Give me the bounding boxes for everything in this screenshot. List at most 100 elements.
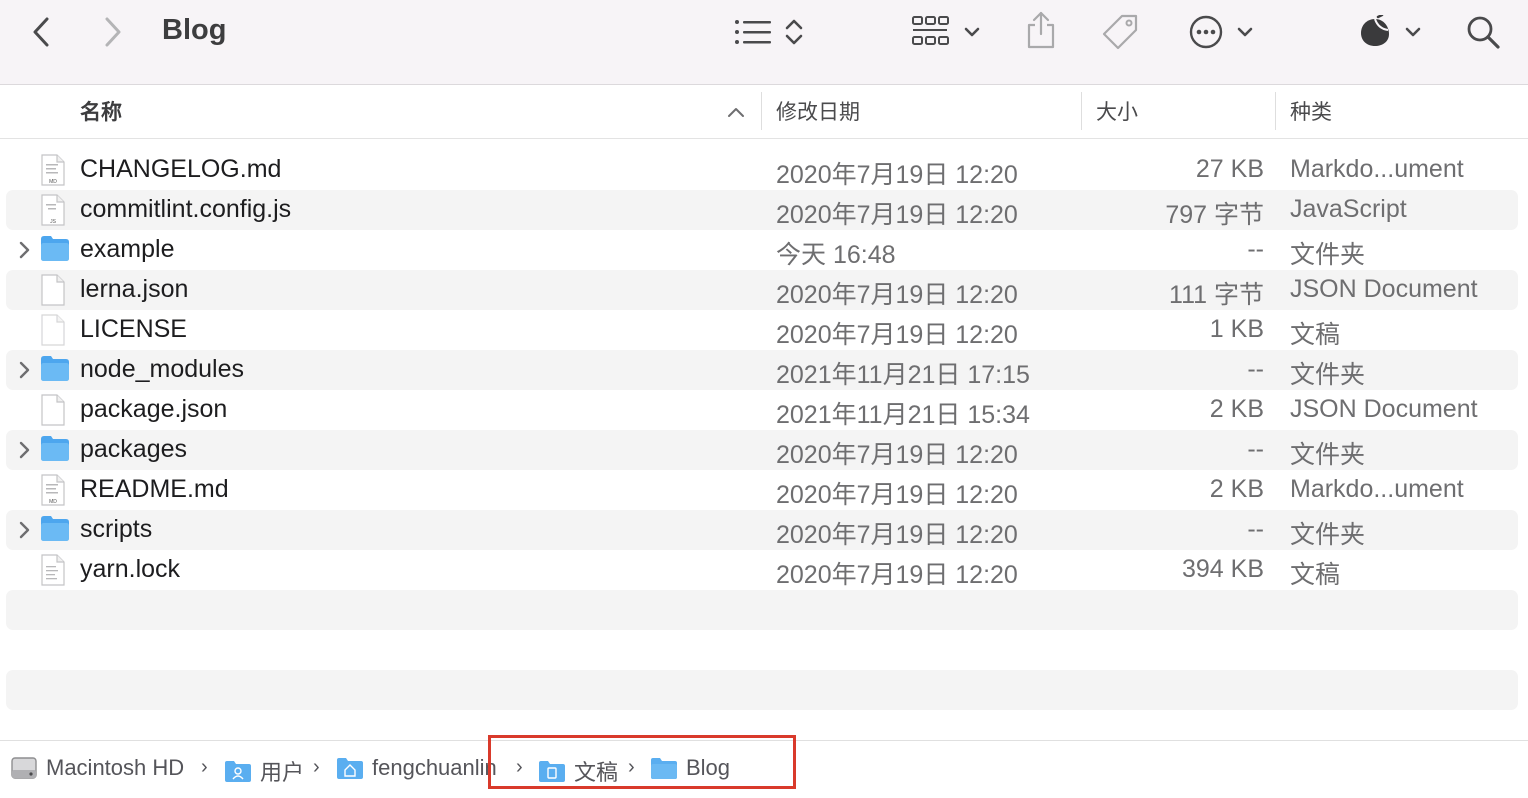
chevron-right-icon [105,17,121,47]
svg-text:MD: MD [49,179,57,185]
folder-icon [40,354,70,386]
file-row[interactable]: MD CHANGELOG.md 2020年7月19日 12:20 27 KB Markd… [6,150,1518,190]
file-date: 2020年7月19日 12:20 [776,321,1018,349]
file-size: 111 字节 [1169,281,1264,309]
chevron-left-icon [33,17,49,47]
file-row[interactable]: scripts 2020年7月19日 12:20 -- 文件夹 [6,510,1518,550]
column-name-header[interactable]: 名称 [80,96,122,126]
file-size: 2 KB [1209,395,1264,423]
empty-row [6,590,1518,630]
file-row[interactable]: JS commitlint.config.js 2020年7月19日 12:20 79… [6,190,1518,230]
document-icon: MD [40,474,70,506]
file-size: -- [1247,355,1264,383]
tag-button[interactable] [1098,10,1142,54]
file-date: 2021年11月21日 17:15 [776,361,1030,389]
disclosure-triangle-icon[interactable] [16,438,32,462]
file-date: 2021年11月21日 15:34 [776,401,1030,429]
share-icon [1027,11,1055,49]
svg-text:MD: MD [49,499,57,505]
file-date: 2020年7月19日 12:20 [776,441,1018,469]
path-item-label: 用户 [260,760,305,785]
up-down-chevron-icon [785,19,803,45]
search-button[interactable] [1462,12,1504,52]
file-kind: 文件夹 [1290,441,1366,469]
search-icon [1467,16,1500,49]
file-size: -- [1247,515,1264,543]
document-icon [40,554,70,586]
file-size: 797 字节 [1165,201,1264,229]
users-folder-icon [225,761,251,782]
file-row[interactable]: packages 2020年7月19日 12:20 -- 文件夹 [6,430,1518,470]
file-name: LICENSE [80,315,187,343]
file-name: CHANGELOG.md [80,155,282,183]
file-date: 今天 16:48 [776,241,896,269]
grid-view-icon [912,16,949,45]
toolbar: Blog [0,0,1528,85]
file-size: 2 KB [1209,475,1264,503]
chevron-down-icon [1237,27,1253,37]
ellipsis-circle-icon [1189,15,1223,49]
file-row[interactable]: package.json 2021年11月21日 15:34 2 KB JSON Do… [6,390,1518,430]
file-size: 394 KB [1181,555,1264,583]
path-separator: › [201,756,208,778]
list-view-button[interactable] [728,12,810,52]
path-separator: › [313,756,320,778]
grid-view-button[interactable] [906,12,986,52]
file-row[interactable]: yarn.lock 2020年7月19日 12:20 394 KB 文稿 [6,550,1518,590]
file-kind: JSON Document [1290,395,1478,423]
file-name: package.json [80,395,228,423]
file-name: commitlint.config.js [80,195,292,223]
file-kind: Markdo...ument [1290,475,1464,503]
file-size: -- [1247,435,1264,463]
column-size-header[interactable]: 大小 [1096,96,1138,126]
document-icon [40,274,70,306]
file-kind: 文件夹 [1290,361,1366,389]
document-icon: MD [40,154,70,186]
file-row[interactable]: node_modules 2021年11月21日 17:15 -- 文件夹 [6,350,1518,390]
hard-drive-icon [11,757,37,779]
column-divider[interactable] [761,92,762,130]
path-item-macintosh-hd[interactable]: Macintosh HD [10,755,184,781]
annotation-highlight-box [488,735,796,789]
folder-icon [40,514,70,546]
file-row[interactable]: LICENSE 2020年7月19日 12:20 1 KB 文稿 [6,310,1518,350]
chevron-down-icon [1405,27,1421,37]
document-icon [40,314,70,346]
column-divider[interactable] [1081,92,1082,130]
path-item-home[interactable]: fengchuanlin [336,755,497,781]
file-name: lerna.json [80,275,189,303]
more-actions-button[interactable] [1184,12,1258,52]
file-date: 2020年7月19日 12:20 [776,561,1018,589]
file-date: 2020年7月19日 12:20 [776,521,1018,549]
sort-ascending-icon[interactable] [727,106,745,118]
path-item-users[interactable]: 用户 [224,755,304,787]
column-kind-header[interactable]: 种类 [1290,96,1332,126]
file-name: node_modules [80,355,245,383]
file-kind: Markdo...ument [1290,155,1464,183]
file-kind: 文件夹 [1290,241,1366,269]
share-button[interactable] [1022,8,1060,52]
file-name: example [80,235,175,263]
disclosure-triangle-icon[interactable] [16,358,32,382]
chevron-down-icon [964,27,980,37]
dark-leaf-icon [1361,15,1389,46]
disclosure-triangle-icon[interactable] [16,238,32,262]
file-name: packages [80,435,188,463]
back-button[interactable] [26,14,56,50]
empty-row [6,670,1518,710]
path-item-label: fengchuanlin [372,755,497,780]
file-name: yarn.lock [80,555,181,583]
column-date-header[interactable]: 修改日期 [776,96,860,126]
column-divider[interactable] [1275,92,1276,130]
window-title: Blog [162,14,227,46]
file-date: 2020年7月19日 12:20 [776,281,1018,309]
forward-button[interactable] [98,14,128,50]
file-size: -- [1247,235,1264,263]
tag-icon [1102,14,1138,50]
folder-icon [40,434,70,466]
file-row[interactable]: MD README.md 2020年7月19日 12:20 2 KB Markdo...… [6,470,1518,510]
app-extension-button[interactable] [1354,12,1426,52]
file-row[interactable]: lerna.json 2020年7月19日 12:20 111 字节 JSON Doc… [6,270,1518,310]
file-row[interactable]: example 今天 16:48 -- 文件夹 [6,230,1518,270]
disclosure-triangle-icon[interactable] [16,518,32,542]
